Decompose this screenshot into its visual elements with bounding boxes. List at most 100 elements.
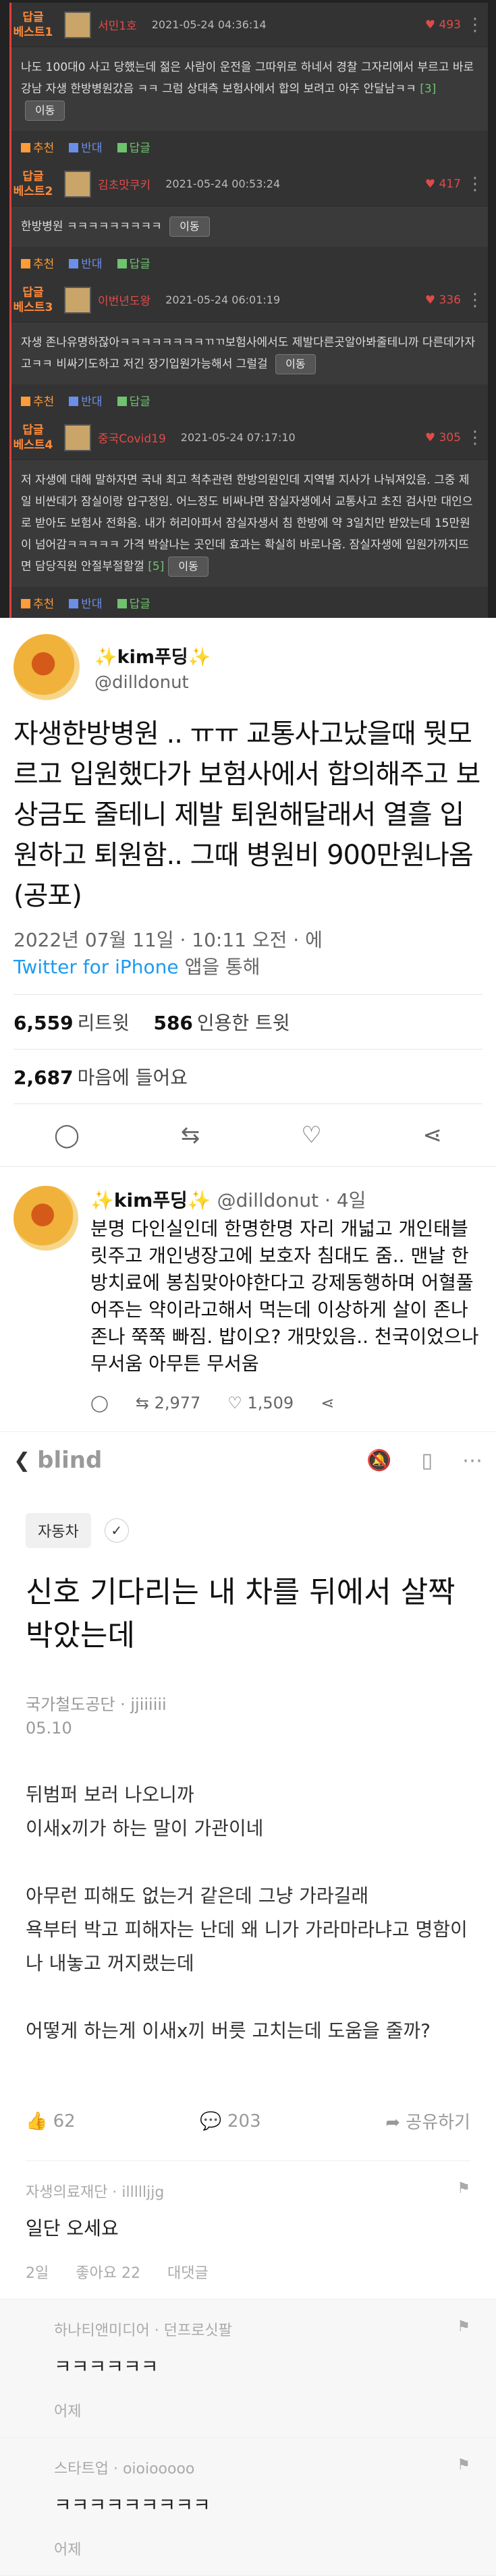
oppose-button[interactable]: 반대 — [69, 138, 103, 155]
comment-body: 자생 존나유명하잖아ㅋㅋㅋㅋㅋㅋㅋㅋㄲㄲ보험사에서도 제발다른곳알아봐줄테니까 … — [11, 322, 488, 384]
reply-author-name[interactable]: ✨kim푸딩✨ — [90, 1189, 211, 1211]
reply-actions: ◯ ⇆ 2,977 ♡ 1,509 ⋖ — [90, 1394, 483, 1412]
reply-icon[interactable]: ◯ — [54, 1122, 80, 1149]
tweet-author-handle[interactable]: @dilldonut — [94, 672, 211, 693]
avatar[interactable] — [64, 424, 91, 451]
retweet-label: 리트윗 — [77, 1012, 130, 1034]
bookmark-icon[interactable]: ▯ — [421, 1449, 433, 1472]
post-author: 국가철도공단 · jjiiiiii 05.10 — [26, 1691, 470, 1738]
heart-icon[interactable]: ♡ — [301, 1122, 321, 1149]
oppose-label: 반대 — [81, 597, 103, 611]
back-icon[interactable]: ❮ — [13, 1449, 30, 1472]
share-icon[interactable]: ⋖ — [422, 1122, 442, 1149]
like-count: ♥ 493 — [424, 18, 461, 32]
share-button[interactable]: ➦ 공유하기 — [385, 2109, 470, 2134]
avatar[interactable] — [64, 170, 91, 198]
avatar[interactable] — [64, 11, 91, 38]
oppose-button[interactable]: 반대 — [69, 392, 103, 409]
comment-author-name: 하나티앤미디어 · 던프로싯팔 — [54, 2322, 232, 2339]
comment-nickname[interactable]: 이번년도왕 — [98, 291, 150, 308]
reply-label: 답글 — [129, 395, 150, 409]
comment-date: 2021-05-24 00:53:24 — [165, 177, 281, 190]
comment-body: 저 자생에 대해 말하자면 국내 최고 척추관련 한방의원인데 지역별 지사가 … — [11, 460, 488, 587]
oppose-button[interactable]: 반대 — [69, 254, 103, 271]
avatar[interactable] — [13, 1186, 78, 1251]
comment-body: 한방병원 ㅋㅋㅋㅋㅋㅋㅋㅋㅋ 이동 — [11, 206, 488, 247]
oppose-label: 반대 — [81, 257, 103, 271]
move-button[interactable]: 이동 — [168, 556, 209, 577]
more-icon[interactable]: ⋮ — [466, 174, 484, 194]
comment: 답글 베스트4 중국Covid19 2021-05-24 07:17:10 ♥ … — [9, 416, 488, 618]
blind-comment: 스타트업 · oioiooooo ⚑ ㅋㅋㅋㅋㅋㅋㅋㅋㅋ 어제 — [0, 2438, 496, 2576]
quote-label: 인용한 트윗 — [196, 1012, 290, 1034]
comment-text: 저 자생에 대해 말하자면 국내 최고 척추관련 한방의원인데 지역별 지사가 … — [21, 474, 473, 573]
share-icon[interactable]: ⋖ — [321, 1394, 334, 1412]
tweet-author-name[interactable]: ✨kim푸딩✨ — [94, 642, 211, 668]
recommend-button[interactable]: 추천 — [21, 254, 54, 271]
retweet-icon[interactable]: ⇆ — [181, 1122, 200, 1149]
oppose-label: 반대 — [81, 395, 103, 409]
blind-comment: 자생의료재단 · illllljjg ⚑ 일단 오세요 2일 좋아요 22 대댓글 — [0, 2161, 496, 2299]
recommend-label: 추천 — [33, 597, 55, 611]
tweet-source-link[interactable]: Twitter for iPhone — [13, 956, 179, 978]
reply-author-handle[interactable]: @dilldonut — [217, 1189, 319, 1211]
comment-author: 스타트업 · oioiooooo ⚑ — [54, 2457, 470, 2478]
more-icon[interactable]: ⋮ — [466, 290, 484, 310]
comment-button[interactable]: 💬 203 — [200, 2111, 260, 2131]
like-count[interactable]: 2,687 — [13, 1066, 74, 1089]
move-button[interactable]: 이동 — [169, 217, 210, 237]
more-icon[interactable]: ⋮ — [466, 15, 484, 35]
comment-nickname[interactable]: 중국Covid19 — [98, 429, 166, 446]
comment-author-name: 스타트업 · oioiooooo — [54, 2461, 195, 2478]
move-button[interactable]: 이동 — [275, 354, 316, 374]
category-chip[interactable]: 자동차 — [26, 1513, 91, 1548]
comment-meta: 어제 — [54, 2538, 470, 2559]
avatar[interactable] — [13, 634, 80, 700]
comment-header: 답글 베스트2 김초맛쿠키 2021-05-24 00:53:24 ♥ 417 … — [11, 162, 488, 206]
reply-button[interactable]: 답글 — [117, 594, 150, 611]
check-icon[interactable]: ✓ — [104, 1518, 129, 1543]
reply-button[interactable]: 답글 — [117, 254, 150, 271]
flag-icon[interactable]: ⚑ — [457, 2457, 470, 2473]
more-icon[interactable]: ⋯ — [462, 1449, 483, 1472]
comment-body: 나도 100대0 사고 당했는데 젊은 사람이 운전을 그따위로 하네서 경찰 … — [11, 47, 488, 131]
comment: 답글 베스트2 김초맛쿠키 2021-05-24 00:53:24 ♥ 417 … — [9, 162, 488, 278]
comment-meta-item[interactable]: 좋아요 22 — [76, 2261, 140, 2283]
blind-post: ❮ blind 🔕 ▯ ⋯ 자동차 ✓ 신호 기다리는 내 차를 뒤에서 살짝 … — [0, 1431, 496, 2576]
reply-icon — [117, 598, 127, 608]
comment-nickname[interactable]: 서민1호 — [98, 16, 137, 33]
recommend-button[interactable]: 추천 — [21, 392, 54, 409]
oppose-label: 반대 — [81, 141, 103, 155]
recommend-button[interactable]: 추천 — [21, 594, 54, 611]
move-button[interactable]: 이동 — [25, 101, 65, 121]
like-button[interactable]: ♡ 1,509 — [227, 1394, 294, 1412]
reply-button[interactable]: 답글 — [117, 138, 150, 155]
like-button[interactable]: 👍 62 — [26, 2111, 76, 2131]
tweet-actions: ◯ ⇆ ♡ ⋖ — [13, 1104, 483, 1166]
comment-nickname[interactable]: 김초맛쿠키 — [98, 175, 150, 192]
reply-icon — [117, 142, 127, 152]
recommend-button[interactable]: 추천 — [21, 138, 54, 155]
flag-icon[interactable]: ⚑ — [457, 2180, 470, 2197]
comment-author-name: 자생의료재단 · illllljjg — [26, 2184, 165, 2201]
quote-count[interactable]: 586 — [153, 1012, 192, 1034]
tweet-source-suffix: 앱을 통해 — [178, 956, 260, 978]
retweet-count[interactable]: 6,559 — [13, 1012, 74, 1034]
tweet-header: ✨kim푸딩✨ @dilldonut — [13, 634, 483, 700]
reply-icon[interactable]: ◯ — [90, 1394, 109, 1412]
blind-comment: 하나티앤미디어 · 던프로싯팔 ⚑ ㅋㅋㅋㅋㅋㅋ 어제 — [0, 2299, 496, 2438]
recommend-label: 추천 — [33, 141, 55, 155]
post-line: 어떻게 하는게 이새x끼 버릇 고치는데 도움을 줄까? — [26, 2020, 431, 2042]
comment-meta-item[interactable]: 대댓글 — [167, 2261, 209, 2283]
more-icon[interactable]: ⋮ — [466, 428, 484, 448]
reply-button[interactable]: 답글 — [117, 392, 150, 409]
retweet-button[interactable]: ⇆ 2,977 — [136, 1394, 200, 1412]
comment-date: 2021-05-24 07:17:10 — [180, 431, 296, 444]
avatar[interactable] — [64, 286, 91, 314]
reply-icon — [117, 396, 127, 406]
flag-icon[interactable]: ⚑ — [457, 2318, 470, 2335]
bell-off-icon[interactable]: 🔕 — [366, 1449, 391, 1472]
oppose-button[interactable]: 반대 — [69, 594, 103, 611]
reply-time: · 4일 — [324, 1189, 366, 1211]
comment-header: 답글 베스트4 중국Covid19 2021-05-24 07:17:10 ♥ … — [11, 416, 488, 460]
